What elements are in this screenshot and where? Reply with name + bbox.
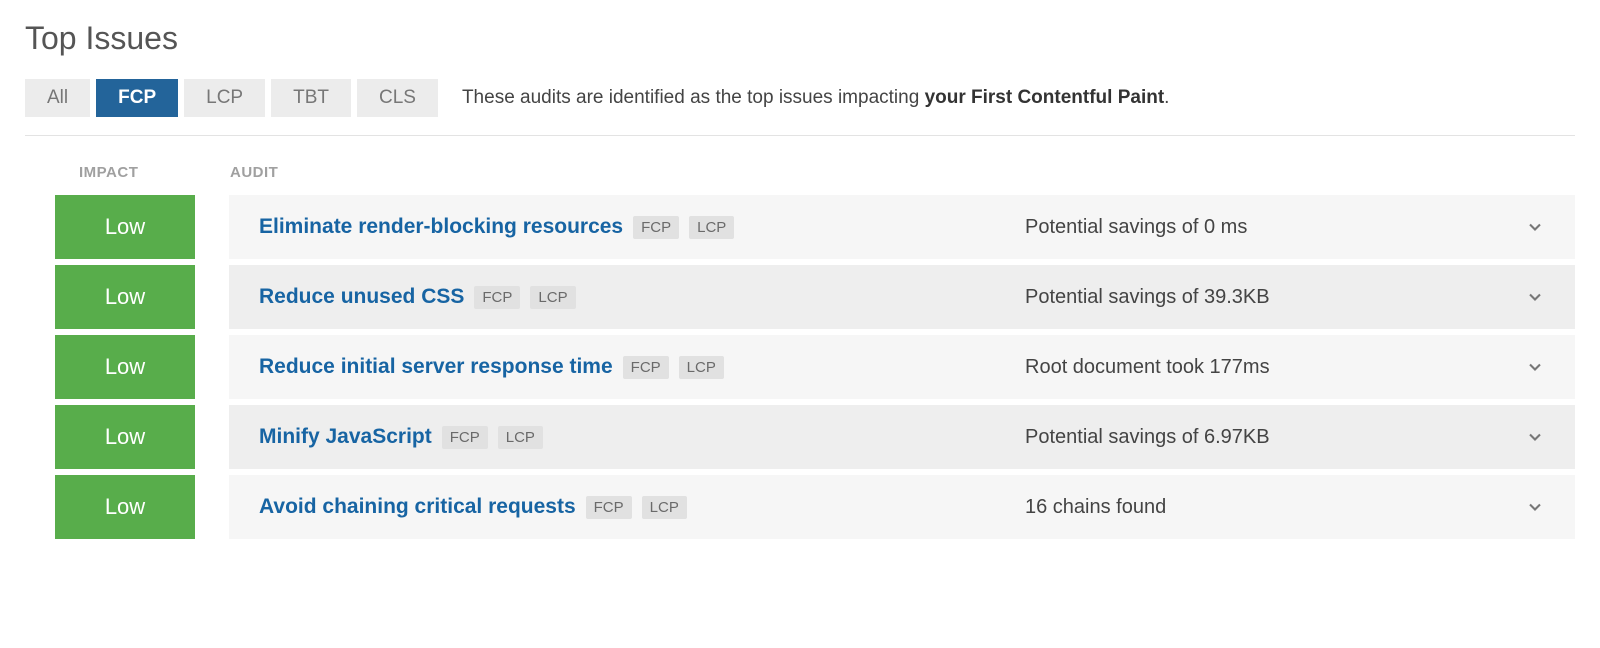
audit-detail: Root document took 177ms — [1025, 356, 1505, 379]
tabbar-description: These audits are identified as the top i… — [462, 87, 1170, 109]
tabbar-description-suffix: . — [1164, 87, 1169, 108]
audit-row: Low Eliminate render-blocking resources FC… — [55, 195, 1575, 259]
audit-row: Low Minify JavaScript FCP LCP Potential savi… — [55, 405, 1575, 469]
metric-tag: FCP — [442, 426, 488, 449]
impact-badge: Low — [55, 405, 195, 469]
metric-tag: FCP — [474, 286, 520, 309]
chevron-down-icon[interactable] — [1505, 357, 1565, 377]
audit-main: Reduce initial server response time FCP LC… — [259, 355, 1025, 379]
audit-row-body[interactable]: Minify JavaScript FCP LCP Potential savings… — [229, 405, 1575, 469]
audit-detail: Potential savings of 6.97KB — [1025, 426, 1505, 449]
tab-lcp[interactable]: LCP — [184, 79, 265, 117]
impact-badge: Low — [55, 335, 195, 399]
tab-fcp[interactable]: FCP — [96, 79, 178, 117]
chevron-down-icon[interactable] — [1505, 497, 1565, 517]
metric-tag: FCP — [633, 216, 679, 239]
metric-tag: LCP — [498, 426, 543, 449]
metric-tag: LCP — [679, 356, 724, 379]
audit-main: Reduce unused CSS FCP LCP — [259, 285, 1025, 309]
audit-link[interactable]: Minify JavaScript — [259, 425, 432, 449]
audit-rows: Low Eliminate render-blocking resources FC… — [55, 195, 1575, 539]
audit-row-body[interactable]: Reduce unused CSS FCP LCP Potential savings… — [229, 265, 1575, 329]
metric-tag: LCP — [642, 496, 687, 519]
metric-tag: LCP — [689, 216, 734, 239]
audit-main: Avoid chaining critical requests FCP LCP — [259, 495, 1025, 519]
metric-tag: FCP — [623, 356, 669, 379]
audit-row: Low Reduce initial server response time FC… — [55, 335, 1575, 399]
audit-row: Low Reduce unused CSS FCP LCP Potential savi… — [55, 265, 1575, 329]
audit-link[interactable]: Avoid chaining critical requests — [259, 495, 576, 519]
column-header-impact: IMPACT — [55, 164, 230, 181]
audit-row-body[interactable]: Eliminate render-blocking resources FCP LC… — [229, 195, 1575, 259]
table-header: IMPACT AUDIT — [55, 164, 1575, 195]
tabbar-description-prefix: These audits are identified as the top i… — [462, 87, 925, 108]
chevron-down-icon[interactable] — [1505, 217, 1565, 237]
page-title: Top Issues — [25, 20, 1575, 57]
tabbar-description-bold: your First Contentful Paint — [925, 87, 1165, 108]
tab-tbt[interactable]: TBT — [271, 79, 351, 117]
impact-badge: Low — [55, 475, 195, 539]
audit-main: Minify JavaScript FCP LCP — [259, 425, 1025, 449]
chevron-down-icon[interactable] — [1505, 427, 1565, 447]
audit-row: Low Avoid chaining critical requests FCP LC… — [55, 475, 1575, 539]
metric-tag: LCP — [530, 286, 575, 309]
tab-cls[interactable]: CLS — [357, 79, 438, 117]
audit-link[interactable]: Reduce initial server response time — [259, 355, 613, 379]
impact-badge: Low — [55, 265, 195, 329]
audit-detail: Potential savings of 39.3KB — [1025, 286, 1505, 309]
metric-tag: FCP — [586, 496, 632, 519]
metric-tabbar: AllFCPLCPTBTCLS These audits are identif… — [25, 79, 1575, 136]
audit-link[interactable]: Reduce unused CSS — [259, 285, 464, 309]
audit-detail: Potential savings of 0 ms — [1025, 216, 1505, 239]
audit-row-body[interactable]: Avoid chaining critical requests FCP LCP 16… — [229, 475, 1575, 539]
audit-link[interactable]: Eliminate render-blocking resources — [259, 215, 623, 239]
audit-row-body[interactable]: Reduce initial server response time FCP LC… — [229, 335, 1575, 399]
audit-detail: 16 chains found — [1025, 496, 1505, 519]
chevron-down-icon[interactable] — [1505, 287, 1565, 307]
impact-badge: Low — [55, 195, 195, 259]
tab-all[interactable]: All — [25, 79, 90, 117]
column-header-audit: AUDIT — [230, 164, 1575, 181]
audit-main: Eliminate render-blocking resources FCP LC… — [259, 215, 1025, 239]
